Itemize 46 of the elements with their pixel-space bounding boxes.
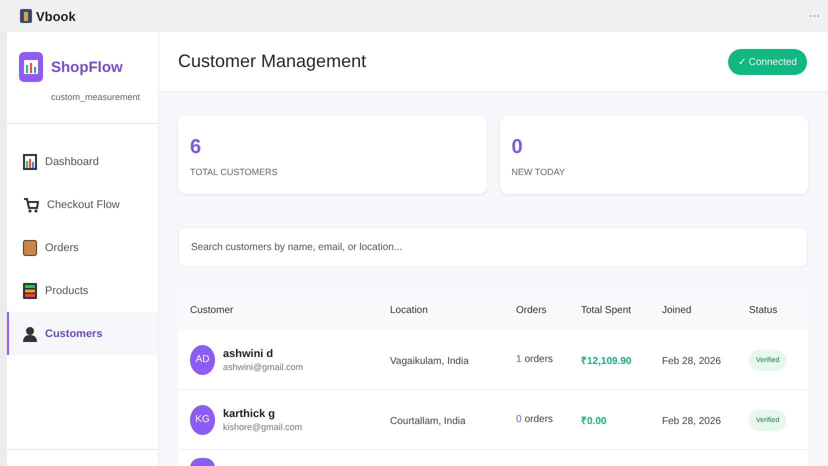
avatar: KG	[190, 404, 215, 434]
chart-icon	[23, 154, 37, 170]
orders-unit: orders	[524, 354, 553, 365]
stat-label: NEW TODAY	[512, 167, 566, 177]
books-icon	[23, 282, 37, 298]
chart-icon	[19, 52, 43, 82]
nav-item[interactable]: Orders	[7, 226, 158, 269]
brand-subtitle: custom_measurement	[51, 92, 142, 102]
total-spent: ₹0.00	[581, 416, 606, 426]
nav-item[interactable]: Customers	[7, 312, 158, 355]
window-title: Vbook	[36, 8, 76, 24]
column-header: Customer	[190, 304, 234, 316]
orders-unit: orders	[524, 414, 553, 425]
orders-count: 1	[516, 354, 522, 365]
customer-name: karthick g	[223, 408, 276, 420]
customer-email: kishore@gmail.com	[223, 422, 302, 432]
connection-badge: ✓ Connected	[728, 48, 807, 74]
column-header: Status	[749, 304, 778, 316]
avatar: AD	[190, 344, 215, 374]
location-cell: Vagaikulam, India	[390, 356, 469, 366]
avatar	[190, 458, 215, 466]
location-cell: Courtallam, India	[390, 416, 466, 426]
column-header: Total Spent	[581, 304, 632, 316]
page-title: Customer Management	[178, 51, 366, 72]
stat-value: 0	[512, 136, 524, 159]
nav-item[interactable]: Checkout Flow	[7, 183, 158, 226]
cart-icon	[23, 196, 39, 212]
box-icon	[23, 240, 37, 256]
column-header: Location	[390, 304, 429, 316]
nav-item[interactable]: Products	[7, 269, 158, 312]
joined-date: Feb 28, 2026	[662, 356, 721, 366]
brand-name: ShopFlow	[51, 58, 123, 76]
customer-email: ashwini@gmail.com	[223, 362, 304, 372]
column-header: Joined	[662, 304, 692, 316]
menu-icon[interactable]: ···	[809, 10, 820, 22]
joined-date: Feb 28, 2026	[662, 416, 721, 426]
column-header: Orders	[516, 304, 548, 316]
customer-name: ashwini d	[223, 348, 274, 360]
stat-value: 6	[190, 136, 202, 159]
stat-label: TOTAL CUSTOMERS	[190, 167, 279, 177]
nav-item[interactable]: Dashboard	[7, 140, 158, 183]
total-spent: ₹12,109.90	[581, 356, 632, 366]
orders-count: 0	[516, 414, 522, 425]
person-icon	[23, 326, 37, 342]
app-icon	[20, 9, 32, 23]
search-field[interactable]: Search customers by name, email, or location...	[178, 227, 808, 267]
